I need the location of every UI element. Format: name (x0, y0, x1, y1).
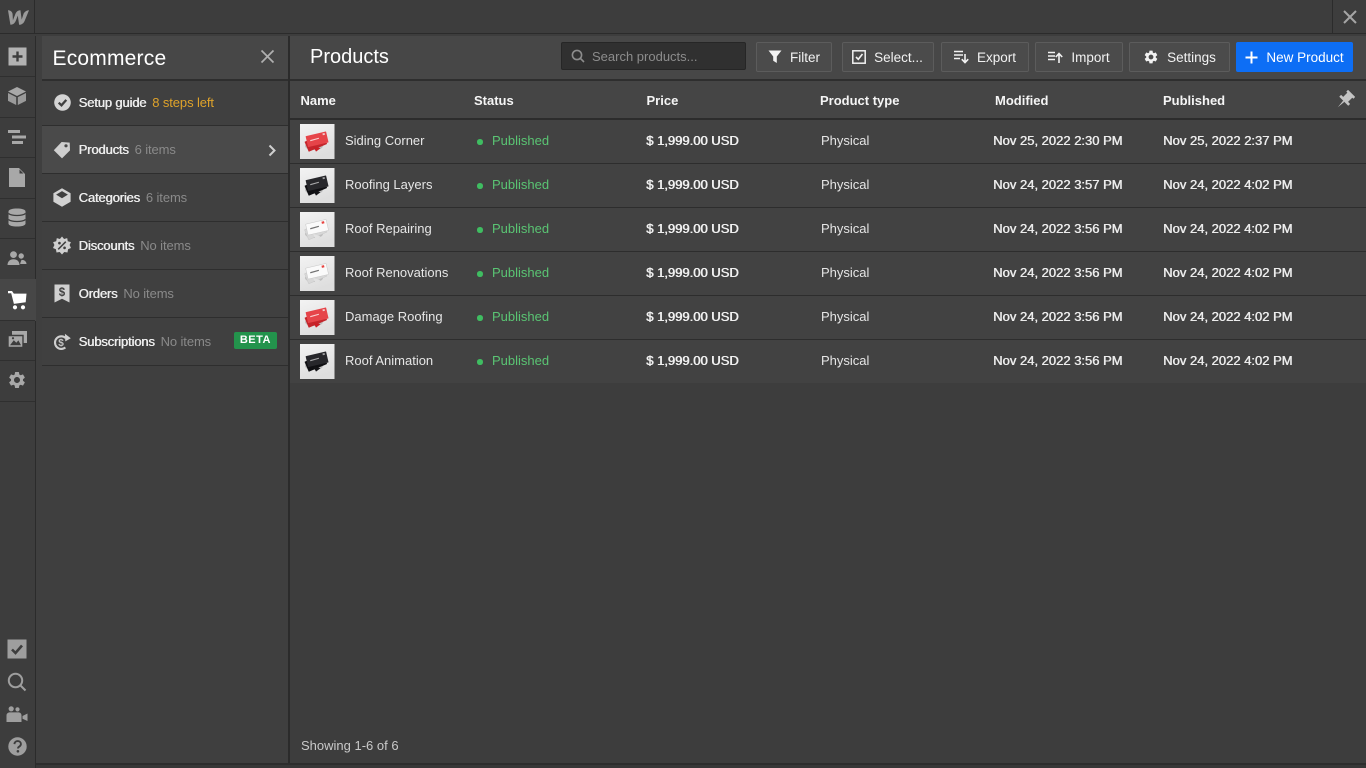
svg-text:$: $ (58, 338, 64, 349)
svg-text:$: $ (59, 287, 66, 299)
